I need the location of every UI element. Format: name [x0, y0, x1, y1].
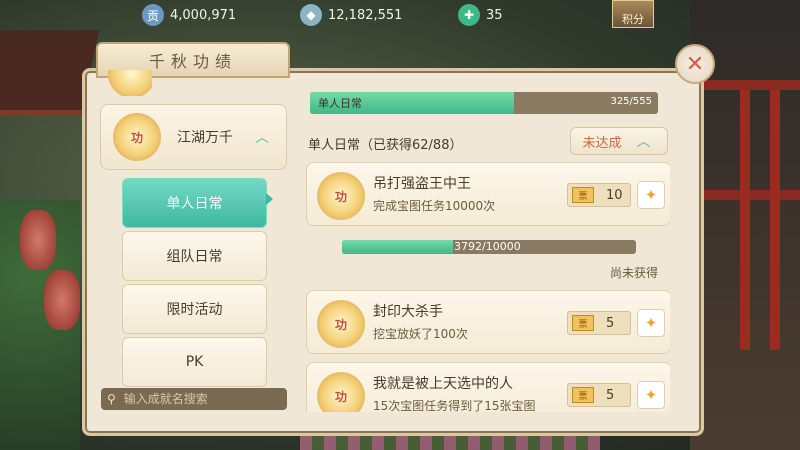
list-item[interactable]: 功 我就是被上天选中的人 15次宝图任务得到了15张宝图 票 5 ✦: [306, 362, 670, 412]
search-icon: ⚲: [107, 392, 116, 406]
medal-icon: 功: [113, 113, 161, 161]
summary-label: 单人日常: [318, 97, 362, 110]
medal-icon: 功: [317, 372, 365, 412]
achievement-list: 功 吊打强盗王中王 完成宝图任务10000次 票 10 ✦ 3792/10000…: [306, 158, 670, 412]
reward-amount: 5: [606, 315, 615, 331]
chevron-up-icon[interactable]: ︿: [250, 129, 274, 146]
achievement-name: 我就是被上天选中的人: [373, 376, 513, 392]
lantern: [20, 210, 56, 270]
tab-pk[interactable]: PK: [122, 337, 267, 387]
ticket-icon: 票: [572, 387, 594, 403]
list-item[interactable]: 功 吊打强盗王中王 完成宝图任务10000次 票 10 ✦: [306, 162, 670, 226]
red-pillar: [770, 90, 780, 350]
ticket-icon: 票: [572, 187, 594, 203]
currency-value: 12,182,551: [328, 7, 403, 23]
category-label: 江湖万千: [177, 130, 233, 146]
silver-ingot-icon: ◆: [300, 4, 322, 26]
close-button[interactable]: ✕: [675, 44, 715, 84]
currency-contribution: 贡 4,000,971: [142, 4, 236, 26]
currency-bar: 贡 4,000,971 ◆ 12,182,551 ✚ 35 积分: [0, 0, 800, 30]
list-item[interactable]: 功 封印大杀手 挖宝放妖了100次 票 5 ✦: [306, 290, 670, 354]
lantern: [44, 270, 80, 330]
category-jianghu[interactable]: 功 江湖万千 ︿: [100, 104, 287, 170]
reward-preview-icon[interactable]: ✦: [637, 309, 665, 337]
red-pillar: [740, 90, 750, 350]
medal-icon: 功: [317, 300, 365, 348]
reward-badge: 票 5: [567, 383, 631, 407]
reward-amount: 10: [606, 187, 623, 203]
active-tab-arrow: [266, 193, 273, 205]
progress-fill: [342, 240, 454, 254]
tab-team-daily[interactable]: 组队日常: [122, 231, 267, 281]
reward-preview-icon[interactable]: ✦: [637, 381, 665, 409]
section-subhead: 单人日常（已获得62/88）: [308, 138, 463, 153]
reward-amount: 5: [606, 387, 615, 403]
progress-value: 3792/10000: [454, 240, 521, 253]
ticket-icon: 票: [572, 315, 594, 331]
achievement-progress-bar: 3792/10000: [342, 240, 636, 254]
reward-badge: 票 5: [567, 311, 631, 335]
currency-value: 35: [486, 7, 503, 23]
currency-silver: ◆ 12,182,551: [300, 4, 402, 26]
achievement-search[interactable]: ⚲: [101, 388, 287, 410]
reward-badge: 票 10: [567, 183, 631, 207]
status-label: 未达成: [582, 135, 622, 151]
achievement-name: 吊打强盗王中王: [373, 176, 471, 192]
tab-solo-daily[interactable]: 单人日常: [122, 178, 267, 228]
medal-icon: 功: [317, 172, 365, 220]
achievement-desc: 挖宝放妖了100次: [373, 327, 468, 341]
tab-limited-event[interactable]: 限时活动: [122, 284, 267, 334]
points-button[interactable]: 积分: [612, 0, 654, 28]
currency-jade: ✚ 35: [458, 4, 503, 26]
category-sidebar: 功 江湖万千 ︿ 单人日常 组队日常 限时活动 PK ⚲: [92, 70, 292, 422]
status-text: 尚未获得: [609, 266, 658, 280]
achievement-name: 封印大杀手: [373, 304, 443, 320]
search-input[interactable]: [121, 391, 276, 407]
chevron-up-icon: ︿: [636, 134, 651, 150]
currency-value: 4,000,971: [170, 7, 237, 23]
status-filter-button[interactable]: 未达成 ︿: [570, 127, 668, 155]
summary-value: 325/555: [610, 96, 652, 107]
reward-preview-icon[interactable]: ✦: [637, 181, 665, 209]
achievement-desc: 完成宝图任务10000次: [373, 199, 496, 213]
jade-coin-icon: ✚: [458, 4, 480, 26]
contribution-icon: 贡: [142, 4, 164, 26]
close-icon: ✕: [685, 51, 705, 77]
achievement-desc: 15次宝图任务得到了15张宝图: [373, 399, 536, 412]
previous-category-medal: [108, 70, 152, 96]
summary-progress-bar: 单人日常 325/555: [310, 92, 658, 114]
